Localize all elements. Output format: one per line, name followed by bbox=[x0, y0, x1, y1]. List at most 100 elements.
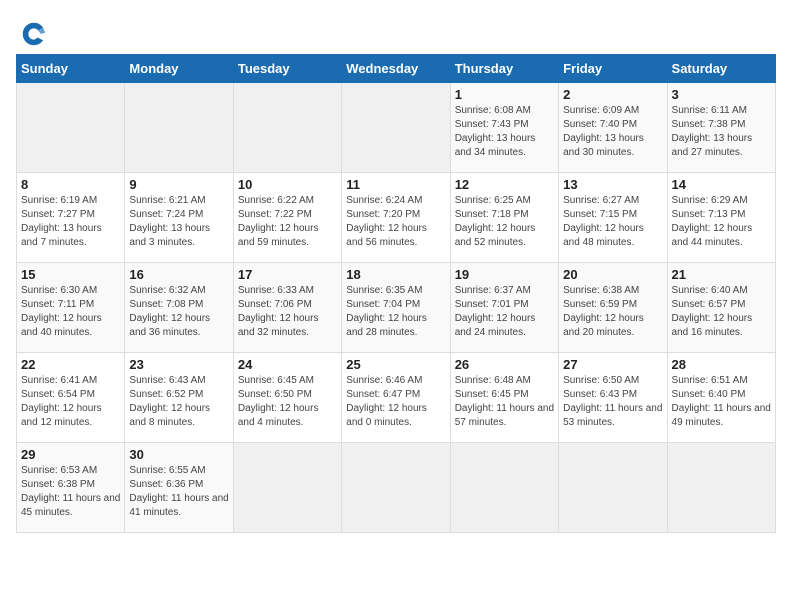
day-number: 13 bbox=[563, 177, 662, 192]
day-info: Sunrise: 6:38 AMSunset: 6:59 PMDaylight:… bbox=[563, 285, 644, 338]
day-number: 15 bbox=[21, 267, 120, 282]
logo-icon bbox=[20, 20, 48, 48]
calendar-day-cell: 8 Sunrise: 6:19 AMSunset: 7:27 PMDayligh… bbox=[17, 173, 125, 263]
day-number: 12 bbox=[455, 177, 554, 192]
day-number: 9 bbox=[129, 177, 228, 192]
calendar-day-cell bbox=[17, 83, 125, 173]
day-info: Sunrise: 6:45 AMSunset: 6:50 PMDaylight:… bbox=[238, 375, 319, 428]
day-info: Sunrise: 6:21 AMSunset: 7:24 PMDaylight:… bbox=[129, 195, 210, 248]
calendar-week-row: 8 Sunrise: 6:19 AMSunset: 7:27 PMDayligh… bbox=[17, 173, 776, 263]
calendar-day-cell bbox=[450, 443, 558, 533]
calendar-body: 1 Sunrise: 6:08 AMSunset: 7:43 PMDayligh… bbox=[17, 83, 776, 533]
day-info: Sunrise: 6:50 AMSunset: 6:43 PMDaylight:… bbox=[563, 375, 662, 428]
day-info: Sunrise: 6:11 AMSunset: 7:38 PMDaylight:… bbox=[672, 105, 753, 158]
day-number: 28 bbox=[672, 357, 771, 372]
weekday-header-row: SundayMondayTuesdayWednesdayThursdayFrid… bbox=[17, 55, 776, 83]
day-number: 11 bbox=[346, 177, 445, 192]
day-number: 3 bbox=[672, 87, 771, 102]
day-info: Sunrise: 6:29 AMSunset: 7:13 PMDaylight:… bbox=[672, 195, 753, 248]
day-number: 19 bbox=[455, 267, 554, 282]
day-info: Sunrise: 6:09 AMSunset: 7:40 PMDaylight:… bbox=[563, 105, 644, 158]
weekday-header-cell: Wednesday bbox=[342, 55, 450, 83]
day-info: Sunrise: 6:43 AMSunset: 6:52 PMDaylight:… bbox=[129, 375, 210, 428]
day-number: 30 bbox=[129, 447, 228, 462]
calendar-day-cell: 2 Sunrise: 6:09 AMSunset: 7:40 PMDayligh… bbox=[559, 83, 667, 173]
day-number: 14 bbox=[672, 177, 771, 192]
calendar-day-cell bbox=[559, 443, 667, 533]
weekday-header-cell: Friday bbox=[559, 55, 667, 83]
calendar-day-cell: 14 Sunrise: 6:29 AMSunset: 7:13 PMDaylig… bbox=[667, 173, 775, 263]
day-number: 21 bbox=[672, 267, 771, 282]
calendar-week-row: 1 Sunrise: 6:08 AMSunset: 7:43 PMDayligh… bbox=[17, 83, 776, 173]
day-number: 16 bbox=[129, 267, 228, 282]
day-info: Sunrise: 6:32 AMSunset: 7:08 PMDaylight:… bbox=[129, 285, 210, 338]
calendar-day-cell bbox=[233, 443, 341, 533]
day-info: Sunrise: 6:37 AMSunset: 7:01 PMDaylight:… bbox=[455, 285, 536, 338]
day-number: 23 bbox=[129, 357, 228, 372]
calendar-day-cell: 20 Sunrise: 6:38 AMSunset: 6:59 PMDaylig… bbox=[559, 263, 667, 353]
calendar-day-cell bbox=[342, 83, 450, 173]
calendar-day-cell bbox=[233, 83, 341, 173]
day-number: 2 bbox=[563, 87, 662, 102]
calendar-day-cell: 15 Sunrise: 6:30 AMSunset: 7:11 PMDaylig… bbox=[17, 263, 125, 353]
calendar-day-cell: 29 Sunrise: 6:53 AMSunset: 6:38 PMDaylig… bbox=[17, 443, 125, 533]
calendar-day-cell: 13 Sunrise: 6:27 AMSunset: 7:15 PMDaylig… bbox=[559, 173, 667, 263]
day-number: 10 bbox=[238, 177, 337, 192]
day-number: 18 bbox=[346, 267, 445, 282]
calendar-day-cell: 30 Sunrise: 6:55 AMSunset: 6:36 PMDaylig… bbox=[125, 443, 233, 533]
calendar-day-cell: 16 Sunrise: 6:32 AMSunset: 7:08 PMDaylig… bbox=[125, 263, 233, 353]
day-info: Sunrise: 6:24 AMSunset: 7:20 PMDaylight:… bbox=[346, 195, 427, 248]
logo bbox=[16, 20, 48, 48]
day-info: Sunrise: 6:19 AMSunset: 7:27 PMDaylight:… bbox=[21, 195, 102, 248]
weekday-header-cell: Sunday bbox=[17, 55, 125, 83]
day-number: 27 bbox=[563, 357, 662, 372]
day-info: Sunrise: 6:55 AMSunset: 6:36 PMDaylight:… bbox=[129, 465, 228, 518]
calendar-week-row: 15 Sunrise: 6:30 AMSunset: 7:11 PMDaylig… bbox=[17, 263, 776, 353]
calendar-day-cell: 23 Sunrise: 6:43 AMSunset: 6:52 PMDaylig… bbox=[125, 353, 233, 443]
calendar-day-cell: 27 Sunrise: 6:50 AMSunset: 6:43 PMDaylig… bbox=[559, 353, 667, 443]
calendar-day-cell: 10 Sunrise: 6:22 AMSunset: 7:22 PMDaylig… bbox=[233, 173, 341, 263]
calendar-day-cell: 25 Sunrise: 6:46 AMSunset: 6:47 PMDaylig… bbox=[342, 353, 450, 443]
calendar-day-cell: 3 Sunrise: 6:11 AMSunset: 7:38 PMDayligh… bbox=[667, 83, 775, 173]
day-number: 17 bbox=[238, 267, 337, 282]
calendar-day-cell: 1 Sunrise: 6:08 AMSunset: 7:43 PMDayligh… bbox=[450, 83, 558, 173]
day-number: 22 bbox=[21, 357, 120, 372]
weekday-header-cell: Monday bbox=[125, 55, 233, 83]
calendar-table: SundayMondayTuesdayWednesdayThursdayFrid… bbox=[16, 54, 776, 533]
calendar-day-cell: 21 Sunrise: 6:40 AMSunset: 6:57 PMDaylig… bbox=[667, 263, 775, 353]
calendar-day-cell: 17 Sunrise: 6:33 AMSunset: 7:06 PMDaylig… bbox=[233, 263, 341, 353]
day-number: 8 bbox=[21, 177, 120, 192]
calendar-day-cell: 11 Sunrise: 6:24 AMSunset: 7:20 PMDaylig… bbox=[342, 173, 450, 263]
weekday-header-cell: Saturday bbox=[667, 55, 775, 83]
calendar-day-cell: 28 Sunrise: 6:51 AMSunset: 6:40 PMDaylig… bbox=[667, 353, 775, 443]
calendar-day-cell: 22 Sunrise: 6:41 AMSunset: 6:54 PMDaylig… bbox=[17, 353, 125, 443]
day-info: Sunrise: 6:48 AMSunset: 6:45 PMDaylight:… bbox=[455, 375, 554, 428]
header bbox=[16, 16, 776, 48]
day-info: Sunrise: 6:51 AMSunset: 6:40 PMDaylight:… bbox=[672, 375, 771, 428]
weekday-header-cell: Thursday bbox=[450, 55, 558, 83]
day-number: 25 bbox=[346, 357, 445, 372]
day-number: 1 bbox=[455, 87, 554, 102]
day-number: 20 bbox=[563, 267, 662, 282]
day-number: 29 bbox=[21, 447, 120, 462]
day-info: Sunrise: 6:08 AMSunset: 7:43 PMDaylight:… bbox=[455, 105, 536, 158]
calendar-day-cell bbox=[125, 83, 233, 173]
day-info: Sunrise: 6:27 AMSunset: 7:15 PMDaylight:… bbox=[563, 195, 644, 248]
day-info: Sunrise: 6:35 AMSunset: 7:04 PMDaylight:… bbox=[346, 285, 427, 338]
calendar-day-cell: 9 Sunrise: 6:21 AMSunset: 7:24 PMDayligh… bbox=[125, 173, 233, 263]
calendar-day-cell: 12 Sunrise: 6:25 AMSunset: 7:18 PMDaylig… bbox=[450, 173, 558, 263]
calendar-day-cell: 24 Sunrise: 6:45 AMSunset: 6:50 PMDaylig… bbox=[233, 353, 341, 443]
day-info: Sunrise: 6:53 AMSunset: 6:38 PMDaylight:… bbox=[21, 465, 120, 518]
day-info: Sunrise: 6:41 AMSunset: 6:54 PMDaylight:… bbox=[21, 375, 102, 428]
day-info: Sunrise: 6:30 AMSunset: 7:11 PMDaylight:… bbox=[21, 285, 102, 338]
calendar-day-cell bbox=[667, 443, 775, 533]
day-info: Sunrise: 6:46 AMSunset: 6:47 PMDaylight:… bbox=[346, 375, 427, 428]
calendar-week-row: 29 Sunrise: 6:53 AMSunset: 6:38 PMDaylig… bbox=[17, 443, 776, 533]
day-info: Sunrise: 6:33 AMSunset: 7:06 PMDaylight:… bbox=[238, 285, 319, 338]
calendar-day-cell: 19 Sunrise: 6:37 AMSunset: 7:01 PMDaylig… bbox=[450, 263, 558, 353]
calendar-day-cell bbox=[342, 443, 450, 533]
weekday-header-cell: Tuesday bbox=[233, 55, 341, 83]
day-number: 26 bbox=[455, 357, 554, 372]
calendar-week-row: 22 Sunrise: 6:41 AMSunset: 6:54 PMDaylig… bbox=[17, 353, 776, 443]
calendar-day-cell: 18 Sunrise: 6:35 AMSunset: 7:04 PMDaylig… bbox=[342, 263, 450, 353]
